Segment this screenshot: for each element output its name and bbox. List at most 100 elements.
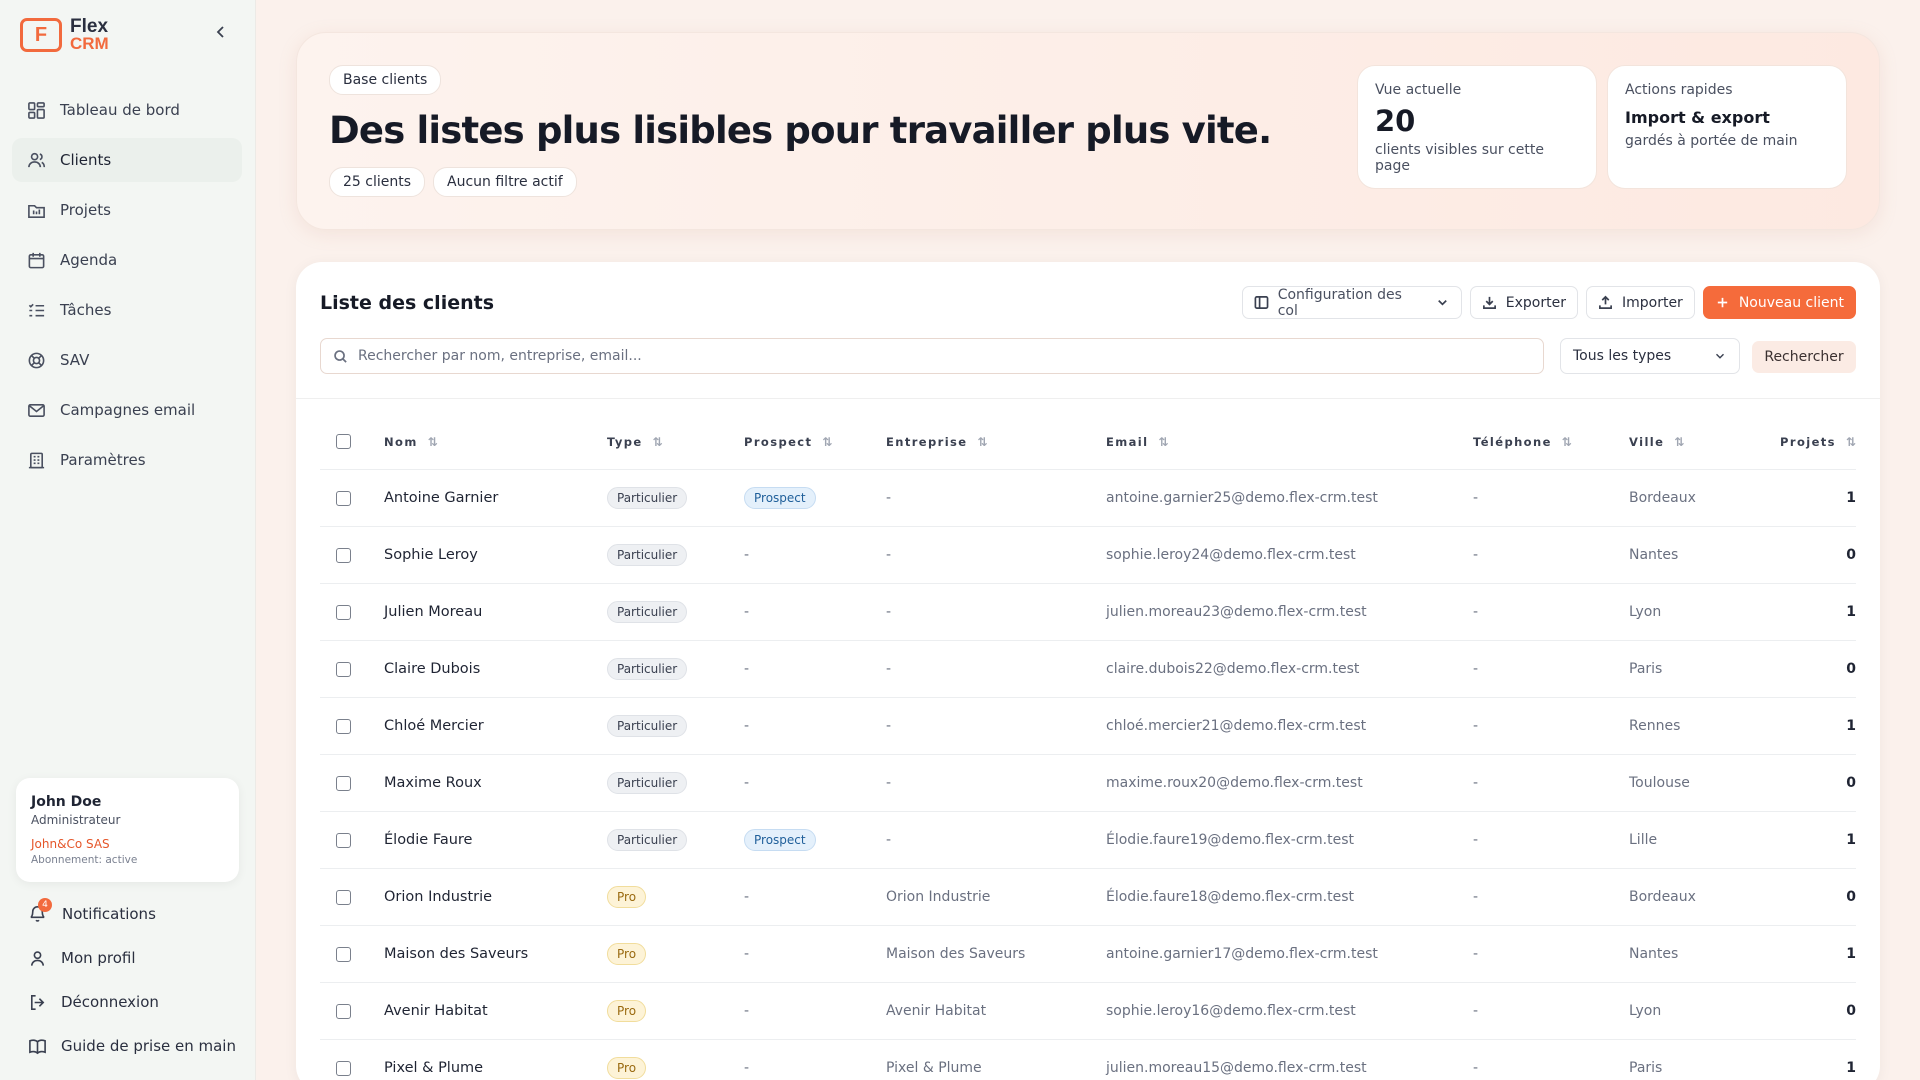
prospect-cell: - bbox=[744, 718, 750, 734]
collapse-sidebar-button[interactable] bbox=[212, 24, 230, 48]
stat-label: Actions rapides bbox=[1625, 82, 1733, 98]
select-all-checkbox[interactable] bbox=[336, 434, 351, 449]
row-checkbox[interactable] bbox=[336, 1003, 351, 1019]
client-name[interactable]: Orion Industrie bbox=[384, 889, 607, 905]
table-body: Antoine Garnier Particulier Prospect - a… bbox=[320, 470, 1856, 1080]
company-cell: - bbox=[886, 490, 892, 506]
dashboard-icon bbox=[26, 100, 46, 120]
logout-link[interactable]: Déconnexion bbox=[28, 980, 248, 1024]
table-row[interactable]: Maxime Roux Particulier - - maxime.roux2… bbox=[320, 755, 1856, 812]
table-row[interactable]: Julien Moreau Particulier - - julien.mor… bbox=[320, 584, 1856, 641]
stat-value: 20 bbox=[1375, 104, 1416, 138]
logo[interactable]: F Flex CRM bbox=[20, 17, 109, 52]
column-header-ville[interactable]: Ville ⇅ bbox=[1629, 435, 1769, 449]
column-header-entreprise[interactable]: Entreprise ⇅ bbox=[886, 435, 1106, 449]
projects-count-cell: 0 bbox=[1846, 1003, 1856, 1019]
profile-label: Mon profil bbox=[61, 949, 136, 967]
row-checkbox[interactable] bbox=[336, 661, 351, 677]
row-checkbox[interactable] bbox=[336, 775, 351, 791]
sidebar-item-dashboard[interactable]: Tableau de bord bbox=[12, 88, 242, 132]
table-row[interactable]: Claire Dubois Particulier - - claire.dub… bbox=[320, 641, 1856, 698]
city-cell: Bordeaux bbox=[1629, 490, 1696, 506]
user-card[interactable]: John Doe Administrateur John&Co SAS Abon… bbox=[16, 778, 239, 882]
sidebar-item-sav[interactable]: SAV bbox=[12, 338, 242, 382]
row-checkbox[interactable] bbox=[336, 832, 351, 848]
client-name[interactable]: Maison des Saveurs bbox=[384, 946, 607, 962]
client-name[interactable]: Maxime Roux bbox=[384, 775, 607, 791]
row-checkbox[interactable] bbox=[336, 718, 351, 734]
export-button[interactable]: Exporter bbox=[1469, 286, 1578, 319]
type-badge: Pro bbox=[607, 943, 647, 965]
column-header-email[interactable]: Email ⇅ bbox=[1106, 435, 1473, 449]
table-row[interactable]: Antoine Garnier Particulier Prospect - a… bbox=[320, 470, 1856, 527]
search-input[interactable] bbox=[358, 348, 1538, 364]
prospect-badge: Prospect bbox=[744, 829, 816, 851]
sidebar-item-clients[interactable]: Clients bbox=[12, 138, 242, 182]
phone-cell: - bbox=[1473, 718, 1479, 734]
import-button[interactable]: Importer bbox=[1585, 286, 1695, 319]
sidebar-item-parametres[interactable]: Paramètres bbox=[12, 438, 242, 482]
sidebar-item-campagnes[interactable]: Campagnes email bbox=[12, 388, 242, 432]
client-name[interactable]: Avenir Habitat bbox=[384, 1003, 607, 1019]
column-header-prospect[interactable]: Prospect ⇅ bbox=[744, 435, 886, 449]
sort-icon: ⇅ bbox=[977, 434, 988, 449]
client-name[interactable]: Antoine Garnier bbox=[384, 490, 607, 506]
city-cell: Rennes bbox=[1629, 718, 1681, 734]
phone-cell: - bbox=[1473, 661, 1479, 677]
section-chip: Base clients bbox=[329, 65, 442, 95]
search-button[interactable]: Rechercher bbox=[1752, 341, 1856, 373]
client-name[interactable]: Julien Moreau bbox=[384, 604, 607, 620]
table-row[interactable]: Sophie Leroy Particulier - - sophie.lero… bbox=[320, 527, 1856, 584]
row-checkbox[interactable] bbox=[336, 1060, 351, 1076]
row-checkbox[interactable] bbox=[336, 889, 351, 905]
column-header-projets[interactable]: Projets ⇅ bbox=[1769, 435, 1856, 449]
table-row[interactable]: Chloé Mercier Particulier - - chloé.merc… bbox=[320, 698, 1856, 755]
row-checkbox[interactable] bbox=[336, 547, 351, 563]
phone-cell: - bbox=[1473, 604, 1479, 620]
projects-count-cell: 1 bbox=[1846, 832, 1856, 848]
calendar-icon bbox=[26, 250, 46, 270]
type-badge: Pro bbox=[607, 886, 647, 908]
settings-icon bbox=[26, 450, 46, 470]
notifications-link[interactable]: 4 Notifications bbox=[28, 892, 248, 936]
client-name[interactable]: Claire Dubois bbox=[384, 661, 607, 677]
column-config-dropdown[interactable]: Configuration des col bbox=[1241, 286, 1462, 319]
user-company: John&Co SAS bbox=[31, 837, 110, 851]
client-name[interactable]: Chloé Mercier bbox=[384, 718, 607, 734]
hero-banner: Base clients Des listes plus lisibles po… bbox=[296, 32, 1880, 230]
projects-count-cell: 0 bbox=[1846, 775, 1856, 791]
column-header-telephone[interactable]: Téléphone ⇅ bbox=[1473, 435, 1629, 449]
profile-link[interactable]: Mon profil bbox=[28, 936, 248, 980]
phone-cell: - bbox=[1473, 1003, 1479, 1019]
email-cell: antoine.garnier17@demo.flex-crm.test bbox=[1106, 946, 1378, 962]
panel-title: Liste des clients bbox=[320, 292, 495, 314]
prospect-cell: - bbox=[744, 661, 750, 677]
row-checkbox[interactable] bbox=[336, 946, 351, 962]
company-cell: - bbox=[886, 718, 892, 734]
table-row[interactable]: Maison des Saveurs Pro - Maison des Save… bbox=[320, 926, 1856, 983]
sidebar-item-projets[interactable]: Projets bbox=[12, 188, 242, 232]
company-cell: - bbox=[886, 661, 892, 677]
table-row[interactable]: Élodie Faure Particulier Prospect - Élod… bbox=[320, 812, 1856, 869]
table-row[interactable]: Orion Industrie Pro - Orion Industrie Él… bbox=[320, 869, 1856, 926]
quick-actions-card[interactable]: Actions rapides Import & export gardés à… bbox=[1607, 65, 1847, 189]
sidebar-item-agenda[interactable]: Agenda bbox=[12, 238, 242, 282]
email-cell: sophie.leroy24@demo.flex-crm.test bbox=[1106, 547, 1356, 563]
sidebar-item-taches[interactable]: Tâches bbox=[12, 288, 242, 332]
guide-link[interactable]: Guide de prise en main bbox=[28, 1024, 248, 1068]
row-checkbox[interactable] bbox=[336, 490, 351, 506]
column-header-type[interactable]: Type ⇅ bbox=[607, 435, 744, 449]
city-cell: Bordeaux bbox=[1629, 889, 1696, 905]
type-select[interactable]: Tous les types bbox=[1560, 338, 1740, 374]
mail-icon bbox=[26, 400, 46, 420]
table-row[interactable]: Avenir Habitat Pro - Avenir Habitat soph… bbox=[320, 983, 1856, 1040]
search-box[interactable] bbox=[320, 338, 1544, 374]
client-name[interactable]: Pixel & Plume bbox=[384, 1060, 607, 1076]
download-icon bbox=[1482, 296, 1496, 309]
column-header-nom[interactable]: Nom ⇅ bbox=[384, 435, 607, 449]
new-client-button[interactable]: Nouveau client bbox=[1702, 286, 1856, 319]
client-name[interactable]: Élodie Faure bbox=[384, 832, 607, 848]
row-checkbox[interactable] bbox=[336, 604, 351, 620]
client-name[interactable]: Sophie Leroy bbox=[384, 547, 607, 563]
table-row[interactable]: Pixel & Plume Pro - Pixel & Plume julien… bbox=[320, 1040, 1856, 1080]
